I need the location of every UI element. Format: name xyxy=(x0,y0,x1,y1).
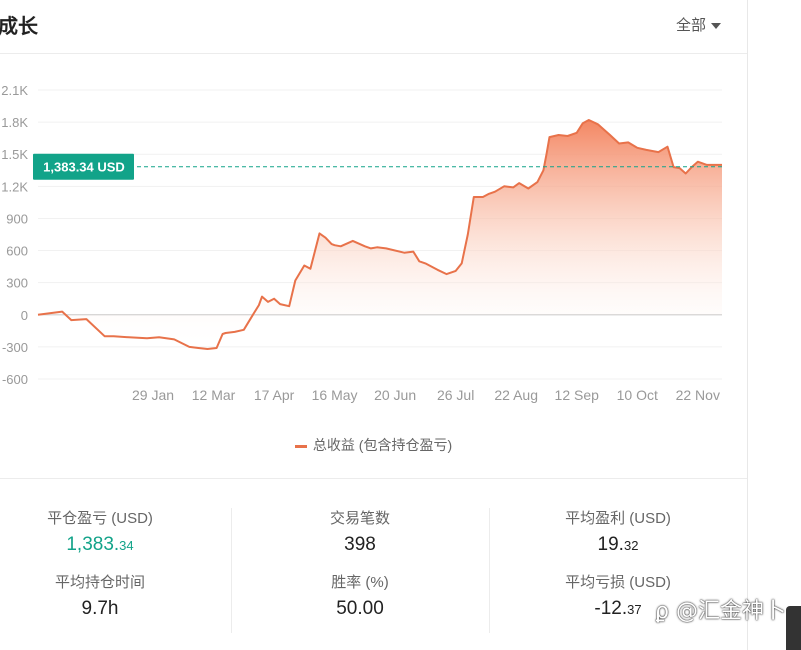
y-tick-label: 2.1K xyxy=(1,83,28,98)
stat-value: 19.32 xyxy=(498,534,738,556)
stat-value-int: -12. xyxy=(594,598,628,619)
stat-label: 平仓盈亏 (USD) xyxy=(47,510,153,527)
column-separator xyxy=(231,508,232,633)
stat-value: 50.00 xyxy=(336,598,384,619)
stat-trades: 交易笔数 398 xyxy=(240,507,480,556)
legend-swatch xyxy=(294,444,307,448)
stat-label: 平均亏损 (USD) xyxy=(565,574,671,591)
x-tick-label: 16 May xyxy=(312,387,358,403)
stat-label: 胜率 (%) xyxy=(331,574,389,591)
stat-value-int: 1,383. xyxy=(66,534,120,555)
y-tick-label: 1.2K xyxy=(1,179,28,194)
y-tick-label: 600 xyxy=(6,244,28,259)
legend-label: 总收益 (包含持仓盈亏) xyxy=(312,437,453,453)
y-tick-label: 0 xyxy=(21,308,28,323)
chevron-down-icon xyxy=(711,23,722,30)
stat-win-rate: 胜率 (%) 50.00 xyxy=(240,571,480,620)
stat-value-dec: 37 xyxy=(627,602,642,617)
stat-value: 9.7h xyxy=(81,598,119,619)
x-tick-label: 22 Aug xyxy=(494,387,538,403)
stat-avg-profit: 平均盈利 (USD) 19.32 xyxy=(498,507,738,556)
chart-area: -600 -300 0 300 600 900 1.2K 1.5K 1.8K 2.1K 1,383… xyxy=(0,54,747,424)
stat-value: 1,383.34 xyxy=(0,534,220,556)
y-tick-label: 300 xyxy=(6,276,28,291)
range-dropdown[interactable]: 全部 xyxy=(676,14,722,35)
stat-value-int: 19. xyxy=(597,534,624,555)
reference-label: 1,383.34 USD xyxy=(43,160,125,175)
column-separator xyxy=(489,508,490,633)
x-tick-label: 10 Oct xyxy=(617,387,658,403)
stat-label: 交易笔数 xyxy=(329,510,390,527)
card-header: 成长 全部 xyxy=(0,0,747,54)
x-tick-label: 26 Jul xyxy=(437,387,474,403)
y-tick-label: 900 xyxy=(6,211,28,226)
y-tick-label: -300 xyxy=(2,340,28,355)
x-tick-label: 17 Apr xyxy=(254,387,295,403)
y-tick-label: 1.5K xyxy=(1,147,28,162)
stat-value-dec: 34 xyxy=(119,538,134,553)
y-tick-label: -600 xyxy=(2,372,28,387)
x-tick-label: 12 Mar xyxy=(192,387,236,403)
chart-legend: 总收益 (包含持仓盈亏) xyxy=(0,435,747,455)
growth-card: 成长 全部 -600 -300 0 300 600 900 1.2K 1.5K 1.8K 2.1K… xyxy=(0,0,748,650)
y-tick-label: 1.8K xyxy=(1,115,28,130)
stat-closed-pnl: 平仓盈亏 (USD) 1,383.34 xyxy=(0,507,220,556)
x-tick-label: 22 Nov xyxy=(676,387,720,403)
stat-avg-hold: 平均持仓时间 9.7h xyxy=(0,571,220,620)
watermark-text: ϼ @汇金神卜 xyxy=(655,599,786,624)
section-divider xyxy=(0,478,747,479)
stat-label: 平均盈利 (USD) xyxy=(565,510,671,527)
edge-decoration xyxy=(786,606,801,650)
x-tick-label: 12 Sep xyxy=(555,387,600,403)
card-title: 成长 xyxy=(0,16,38,38)
stat-value: 398 xyxy=(344,534,376,555)
stat-value-dec: 32 xyxy=(623,538,639,553)
stat-label: 平均持仓时间 xyxy=(54,574,145,591)
x-tick-label: 20 Jun xyxy=(374,387,416,403)
range-dropdown-label: 全部 xyxy=(676,17,707,34)
growth-chart: -600 -300 0 300 600 900 1.2K 1.5K 1.8K 2.1K 1,383… xyxy=(1,83,722,403)
x-tick-label: 29 Jan xyxy=(132,387,174,403)
